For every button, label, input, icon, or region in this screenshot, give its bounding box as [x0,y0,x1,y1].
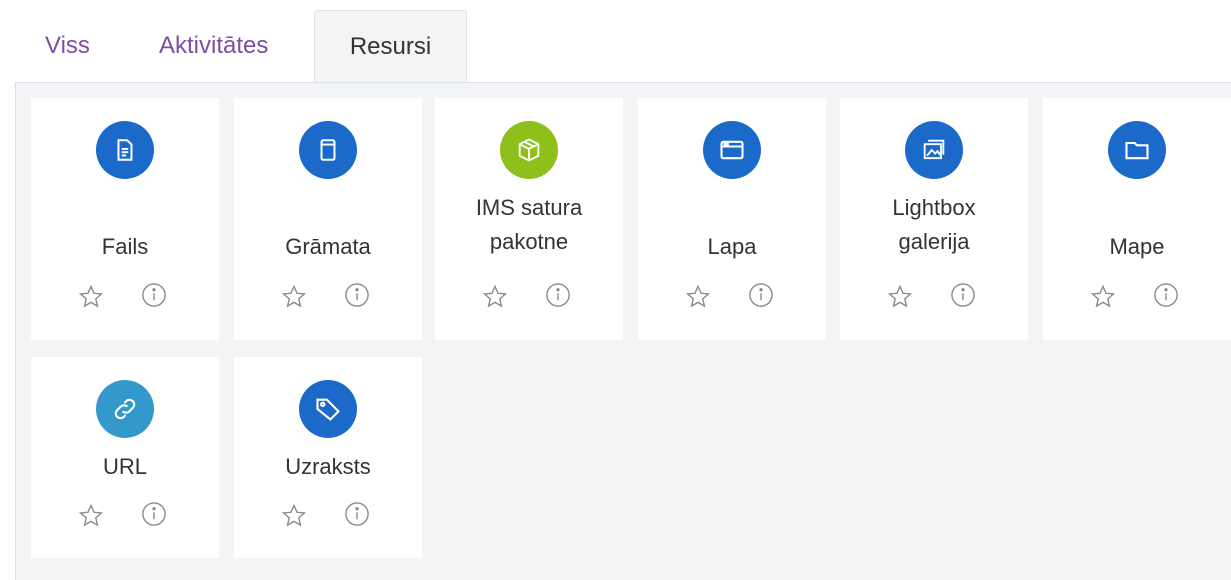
resource-item-label-line: Mape [1109,234,1165,259]
resource-item-label-line: Lightbox [892,195,976,220]
package-icon [500,121,558,179]
resource-item-label-line: Lapa [707,234,757,259]
folder-icon [1108,121,1166,179]
resource-item-label: Lightbox galerija [840,191,1028,259]
tab-resources[interactable]: Resursi [314,10,467,82]
resource-item-label-line: Grāmata [285,234,371,259]
resource-item-label: Mape [1043,230,1231,264]
tab-bar: Viss Aktivitātes Resursi [15,10,1231,83]
resource-item-label-line: pakotne [489,229,569,254]
info-circle-icon[interactable] [543,280,573,310]
info-circle-icon[interactable] [342,280,372,310]
resource-item-grāmata[interactable]: Grāmata [234,98,422,340]
resource-item-lapa[interactable]: Lapa [638,98,826,340]
star-outline-icon[interactable] [885,282,915,312]
info-circle-icon[interactable] [139,280,169,310]
resource-item-label-line: Fails [101,234,149,259]
resource-item-label: URL [31,450,219,484]
star-outline-icon[interactable] [480,282,510,312]
resource-item-label: Grāmata [234,230,422,264]
resource-item-uzraksts[interactable]: Uzraksts [234,357,422,558]
info-circle-icon[interactable] [342,499,372,529]
label-tag-icon [299,380,357,438]
star-outline-icon[interactable] [1088,282,1118,312]
star-outline-icon[interactable] [279,501,309,531]
star-outline-icon[interactable] [76,282,106,312]
resource-chooser-panel: Fails Grāmata IMS satura pakotne Lapa Lightbo… [15,83,1231,580]
file-icon [96,121,154,179]
resource-item-label: Lapa [638,230,826,264]
info-circle-icon[interactable] [948,280,978,310]
resource-item-label-line: IMS satura [475,195,583,220]
resource-item-label: IMS satura pakotne [435,191,623,259]
gallery-icon [905,121,963,179]
star-outline-icon[interactable] [683,282,713,312]
star-outline-icon[interactable] [76,501,106,531]
resource-item-label: Fails [31,230,219,264]
resource-item-lightbox-galerija[interactable]: Lightbox galerija [840,98,1028,340]
resource-item-label-line: Uzraksts [285,454,371,479]
info-circle-icon[interactable] [1151,280,1181,310]
tab-activities[interactable]: Aktivitātes [159,10,268,82]
resource-item-fails[interactable]: Fails [31,98,219,340]
resource-item-label-line: URL [102,454,147,479]
tab-all[interactable]: Viss [45,10,90,82]
page-icon [703,121,761,179]
resource-item-label-line: galerija [898,229,970,254]
resource-item-ims-satura-pakotne[interactable]: IMS satura pakotne [435,98,623,340]
resource-item-label: Uzraksts [234,450,422,484]
info-circle-icon[interactable] [139,499,169,529]
resource-item-url[interactable]: URL [31,357,219,558]
link-icon [96,380,154,438]
star-outline-icon[interactable] [279,282,309,312]
book-icon [299,121,357,179]
resource-item-mape[interactable]: Mape [1043,98,1231,340]
info-circle-icon[interactable] [746,280,776,310]
